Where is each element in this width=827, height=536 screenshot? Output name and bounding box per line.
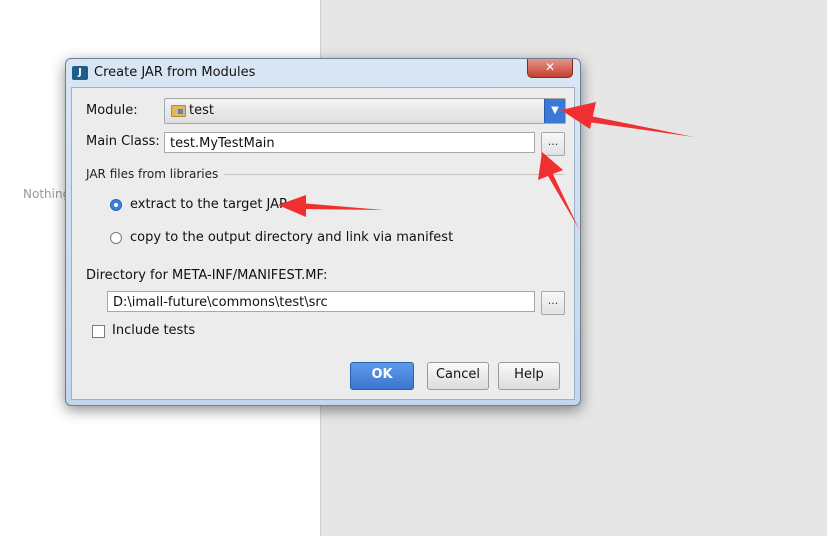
module-value: test <box>189 103 214 118</box>
intellij-icon: J <box>72 66 88 80</box>
manifest-browse-button[interactable]: ... <box>541 291 565 315</box>
dialog-title: Create JAR from Modules <box>94 65 256 80</box>
dialog-content: Module: test ▼ Main Class: test.MyTestMa… <box>71 87 575 400</box>
manifest-label: Directory for META-INF/MANIFEST.MF: <box>86 268 328 283</box>
module-folder-icon <box>171 105 186 117</box>
create-jar-dialog: J Create JAR from Modules ✕ Module: test… <box>65 58 581 406</box>
copy-radio[interactable] <box>110 232 122 244</box>
main-class-label: Main Class: <box>86 134 160 149</box>
close-button[interactable]: ✕ <box>527 59 573 78</box>
chevron-down-icon[interactable]: ▼ <box>544 99 565 123</box>
include-tests-label[interactable]: Include tests <box>112 323 195 338</box>
include-tests-checkbox[interactable] <box>92 325 105 338</box>
extract-radio-label[interactable]: extract to the target JAR <box>130 197 288 212</box>
cancel-button[interactable]: Cancel <box>427 362 489 390</box>
dialog-titlebar[interactable]: J Create JAR from Modules ✕ <box>66 59 580 87</box>
ok-button[interactable]: OK <box>350 362 414 390</box>
main-class-input[interactable]: test.MyTestMain <box>164 132 535 153</box>
help-button[interactable]: Help <box>498 362 560 390</box>
jar-files-section-title: JAR files from libraries <box>86 167 219 181</box>
close-icon: ✕ <box>544 60 556 74</box>
copy-radio-label[interactable]: copy to the output directory and link vi… <box>130 230 453 245</box>
empty-state-text: Nothing <box>23 187 71 201</box>
section-divider <box>224 174 564 175</box>
module-combobox[interactable]: test ▼ <box>164 98 566 124</box>
extract-radio[interactable] <box>110 199 122 211</box>
module-label: Module: <box>86 103 138 118</box>
manifest-dir-input[interactable]: D:\imall-future\commons\test\src <box>107 291 535 312</box>
main-class-browse-button[interactable]: ... <box>541 132 565 156</box>
